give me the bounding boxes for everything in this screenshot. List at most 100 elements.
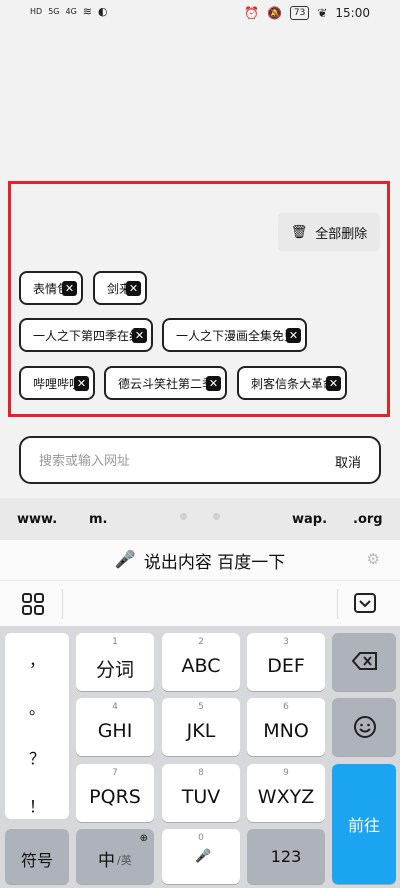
clear-all-button[interactable]: 🗑 全部删除 bbox=[278, 213, 380, 251]
key-number: 5 bbox=[198, 702, 204, 712]
quick-org[interactable]: .org bbox=[353, 512, 383, 527]
key-4[interactable]: 4 GHI bbox=[76, 698, 154, 756]
key-label: DEF bbox=[267, 655, 305, 677]
key-number: 8 bbox=[198, 768, 204, 778]
key-number: 0 bbox=[198, 833, 204, 843]
space-key[interactable]: 0 🎤 bbox=[162, 829, 240, 884]
clock-time: 15:00 bbox=[335, 6, 370, 20]
history-chip[interactable]: 一人之下漫画全集免费 ✕ bbox=[162, 318, 307, 352]
chip-label: 一人之下漫画全集免费 bbox=[176, 328, 297, 343]
signal-indicators: HD 5G 4G ≋ ◐ bbox=[30, 5, 108, 18]
close-icon[interactable]: ✕ bbox=[74, 376, 89, 391]
4g-indicator: 4G bbox=[65, 7, 77, 16]
voice-search-bar[interactable]: 🎤 说出内容 百度一下 ⚙ bbox=[0, 540, 400, 580]
key-number: 1 bbox=[112, 637, 118, 647]
key-label: 分词 bbox=[95, 659, 134, 681]
divider bbox=[337, 589, 338, 619]
key-label: GHI bbox=[97, 720, 133, 742]
exclaim-key[interactable]: ！ bbox=[5, 793, 69, 817]
quick-www[interactable]: www. bbox=[17, 512, 57, 527]
go-button[interactable]: 前往 bbox=[332, 764, 396, 884]
cancel-button[interactable]: 取消 bbox=[335, 452, 361, 471]
symbol-label: 符号 bbox=[20, 851, 53, 870]
number-label: 123 bbox=[270, 847, 302, 866]
wifi-icon: ≋ bbox=[82, 5, 92, 18]
key-label: WXYZ bbox=[257, 786, 315, 808]
chip-label: 刺客信条大革命 bbox=[251, 376, 336, 391]
battery-indicator: 73 bbox=[289, 6, 310, 20]
key-number: 9 bbox=[283, 768, 289, 778]
hd-indicator: HD bbox=[30, 7, 43, 16]
search-input[interactable] bbox=[37, 450, 301, 472]
key-label: PQRS bbox=[89, 786, 141, 808]
divider bbox=[62, 589, 63, 619]
gear-icon[interactable]: ⚙ bbox=[367, 550, 380, 568]
key-number: 7 bbox=[112, 768, 118, 778]
key-number: 4 bbox=[112, 702, 118, 712]
close-icon[interactable]: ✕ bbox=[132, 328, 147, 343]
history-chip[interactable]: 哔哩哔哩 ✕ bbox=[19, 366, 95, 400]
quick-m[interactable]: m. bbox=[89, 512, 107, 527]
trash-icon: 🗑 bbox=[290, 224, 308, 240]
microphone-icon: 🎤 bbox=[114, 550, 136, 570]
wechat-icon: ◐ bbox=[98, 5, 108, 18]
history-chip[interactable]: 一人之下第四季在线 ✕ bbox=[19, 318, 153, 352]
close-icon[interactable]: ✕ bbox=[126, 281, 141, 296]
keyboard-toolbar bbox=[0, 580, 400, 627]
key-8[interactable]: 8 TUV bbox=[162, 764, 240, 822]
history-chip[interactable]: 刺客信条大革命 ✕ bbox=[237, 366, 347, 400]
key-5[interactable]: 5 JKL bbox=[162, 698, 240, 756]
key-3[interactable]: 3 DEF bbox=[247, 633, 325, 691]
quick-wap[interactable]: wap. bbox=[292, 512, 327, 527]
lang-sub-label: /英 bbox=[117, 854, 132, 867]
key-2[interactable]: 2 ABC bbox=[162, 633, 240, 691]
history-chip[interactable]: 剑来 ✕ bbox=[93, 271, 147, 305]
key-number: 2 bbox=[198, 637, 204, 647]
close-icon[interactable]: ✕ bbox=[286, 328, 301, 343]
key-label: MNO bbox=[263, 720, 309, 742]
key-1[interactable]: 1 分词 bbox=[76, 633, 154, 691]
5g-indicator: 5G bbox=[48, 7, 60, 16]
key-label: JKL bbox=[186, 720, 216, 742]
status-bar: HD 5G 4G ≋ ◐ ⏰ 🔕 73 ❦ 15:00 bbox=[0, 0, 400, 28]
history-chip[interactable]: 德云斗笑社第二季 ✕ bbox=[104, 366, 227, 400]
punctuation-column[interactable]: ， 。 ？ ！ bbox=[5, 633, 69, 819]
question-key[interactable]: ？ bbox=[5, 745, 69, 769]
key-number: 6 bbox=[283, 702, 289, 712]
backspace-key[interactable] bbox=[332, 633, 396, 691]
history-chip[interactable]: 表情包 ✕ bbox=[19, 271, 83, 305]
lang-label: 中 bbox=[98, 851, 115, 871]
close-icon[interactable]: ✕ bbox=[206, 376, 221, 391]
search-bar: 取消 bbox=[19, 436, 381, 484]
key-7[interactable]: 7 PQRS bbox=[76, 764, 154, 822]
chip-label: 德云斗笑社第二季 bbox=[118, 376, 215, 391]
key-label: ABC bbox=[181, 655, 221, 677]
period-key[interactable]: 。 bbox=[5, 695, 69, 719]
close-icon[interactable]: ✕ bbox=[62, 281, 77, 296]
status-right: ⏰ 🔕 73 ❦ 15:00 bbox=[244, 6, 370, 20]
language-switch-key[interactable]: ⊕ 中 /英 bbox=[76, 829, 154, 884]
page-dot bbox=[213, 513, 220, 520]
go-label: 前往 bbox=[347, 816, 380, 835]
key-6[interactable]: 6 MNO bbox=[247, 698, 325, 756]
close-icon[interactable]: ✕ bbox=[326, 376, 341, 391]
number-key[interactable]: 123 bbox=[247, 829, 325, 884]
microphone-icon: 🎤 bbox=[195, 849, 212, 864]
page-dot bbox=[180, 513, 187, 520]
chip-label: 一人之下第四季在线 bbox=[33, 328, 142, 343]
globe-icon: ⊕ bbox=[139, 833, 148, 844]
symbol-key[interactable]: 符号 bbox=[5, 829, 69, 884]
emoji-key[interactable] bbox=[332, 698, 396, 756]
key-number: 3 bbox=[283, 637, 289, 647]
clear-all-label: 全部删除 bbox=[315, 226, 368, 242]
leaf-icon: ❦ bbox=[317, 6, 328, 20]
voice-label: 说出内容 百度一下 bbox=[143, 552, 286, 573]
grid-menu-icon[interactable] bbox=[22, 593, 44, 615]
key-9[interactable]: 9 WXYZ bbox=[247, 764, 325, 822]
keyboard: ， 。 ？ ！ 1 分词 2 ABC 3 DEF 4 GHI 5 JKL 6 MNO 7 PQ… bbox=[0, 626, 400, 888]
comma-key[interactable]: ， bbox=[5, 647, 69, 671]
hide-keyboard-icon[interactable] bbox=[354, 592, 376, 614]
mute-icon: 🔕 bbox=[266, 6, 282, 20]
key-label: TUV bbox=[181, 786, 221, 808]
quick-domain-bar: www. m. wap. .org bbox=[0, 498, 400, 540]
